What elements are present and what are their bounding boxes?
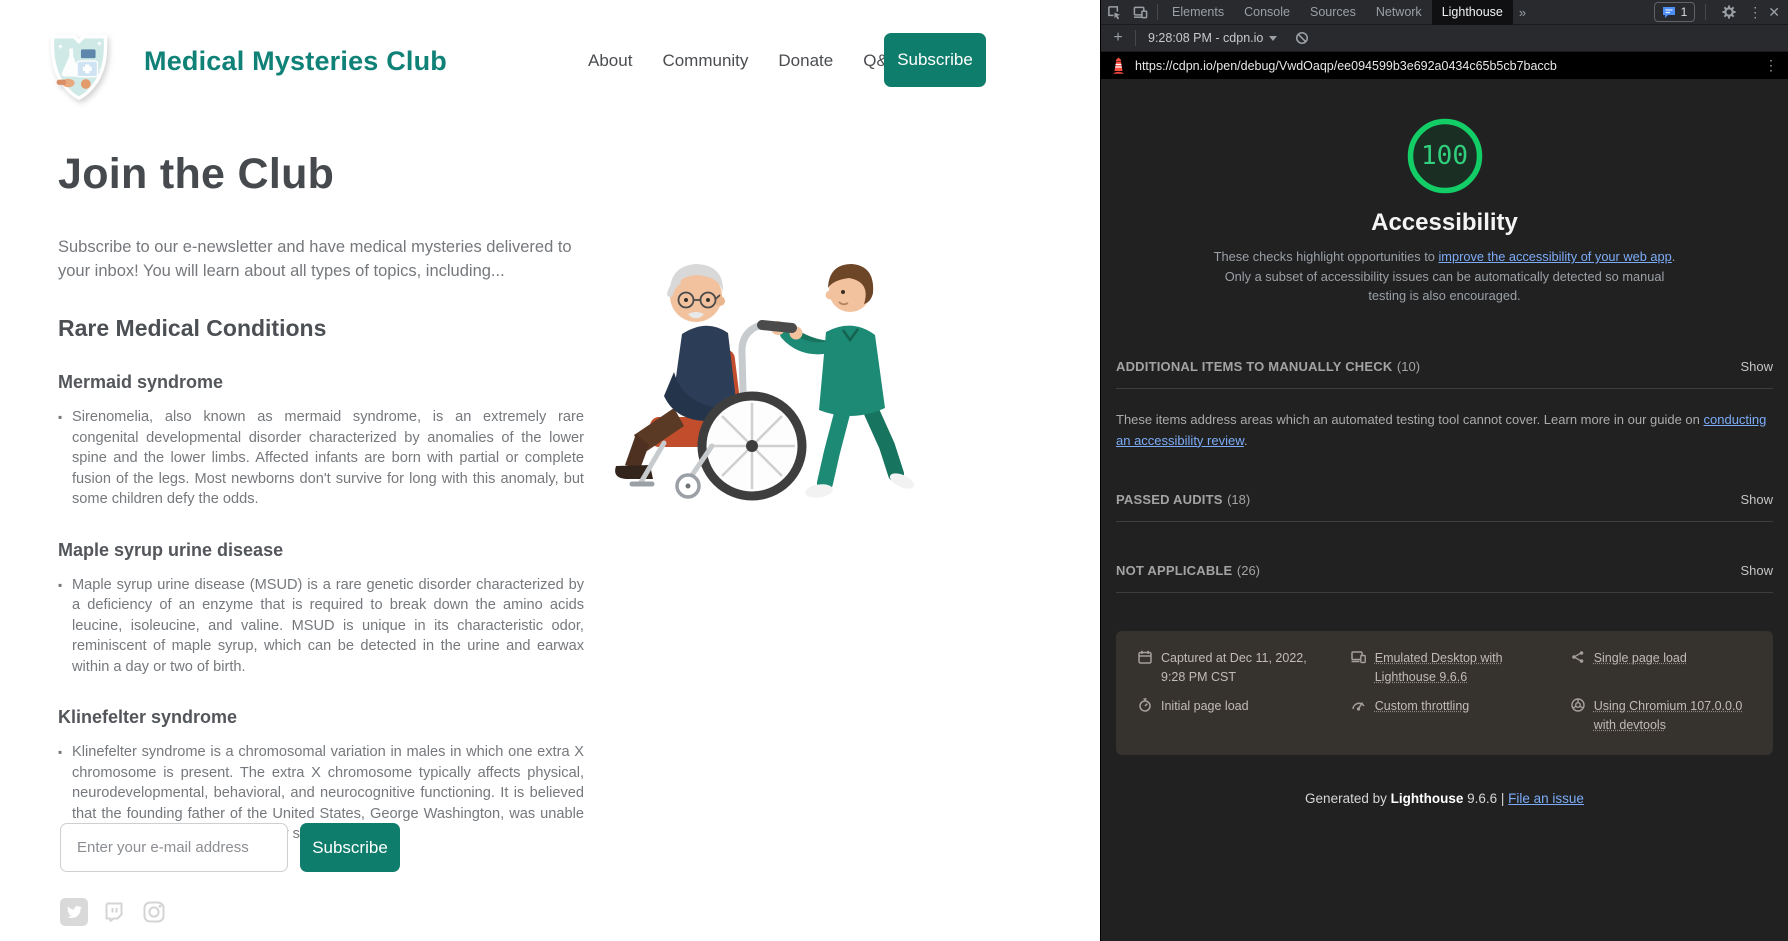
category-title: Accessibility [1116, 209, 1773, 237]
condition-body-msud: Maple syrup urine disease (MSUD) is a ra… [72, 575, 584, 678]
report-url-bar: https://cdpn.io/pen/debug/VwdOaqp/ee0945… [1101, 52, 1788, 79]
twitter-icon[interactable] [60, 898, 88, 926]
settings-gear-icon[interactable] [1716, 0, 1742, 25]
calendar-icon [1138, 650, 1152, 664]
nurse-wheelchair-illustration [612, 238, 917, 523]
issues-badge[interactable]: 1 [1654, 2, 1696, 22]
conditions-heading: Rare Medical Conditions [58, 315, 588, 342]
report-url: https://cdpn.io/pen/debug/VwdOaqp/ee0945… [1135, 59, 1557, 73]
lighthouse-report: 100 Accessibility These checks highlight… [1101, 117, 1788, 806]
site-header: Medical Mysteries Club About Community D… [0, 0, 1100, 120]
meta-captured: Captured at Dec 11, 2022, 9:28 PM CST [1138, 649, 1333, 687]
email-input[interactable] [60, 823, 288, 872]
toolbar-divider [1157, 4, 1158, 20]
tab-network[interactable]: Network [1366, 0, 1432, 25]
meta-throttling: Custom throttling [1351, 697, 1553, 735]
brand-title: Medical Mysteries Club [144, 46, 447, 77]
form-subscribe-button[interactable]: Subscribe [300, 823, 400, 872]
meta-emulation: Emulated Desktop with Lighthouse 9.6.6 [1351, 649, 1553, 687]
show-not-applicable[interactable]: Show [1740, 563, 1773, 578]
new-report-plus-icon[interactable]: + [1105, 26, 1131, 51]
score-value: 100 [1406, 117, 1484, 195]
tab-sources[interactable]: Sources [1300, 0, 1366, 25]
tab-console[interactable]: Console [1234, 0, 1300, 25]
clear-reports-icon[interactable] [1289, 26, 1315, 51]
device-toolbar-icon[interactable] [1127, 0, 1153, 25]
medical-mysteries-page: Medical Mysteries Club About Community D… [0, 0, 1100, 941]
section-not-applicable: NOT APPLICABLE (26) Show [1116, 562, 1773, 593]
file-an-issue-link[interactable]: File an issue [1508, 791, 1584, 806]
devtools-panel: Elements Console Sources Network Lightho… [1100, 0, 1788, 941]
section-manual-checks: ADDITIONAL ITEMS TO MANUALLY CHECK (10) … [1116, 358, 1773, 389]
manual-checks-note: These items address areas which an autom… [1116, 409, 1773, 451]
section-passed-audits: PASSED AUDITS (18) Show [1116, 491, 1773, 522]
lighthouse-target-bar: + 9:28:08 PM - cdpn.io [1101, 25, 1788, 52]
emulation-icon [1351, 650, 1366, 664]
issues-bubble-icon [1662, 6, 1676, 19]
report-options-icon[interactable]: ⋮ [1764, 57, 1778, 74]
show-passed-audits[interactable]: Show [1740, 492, 1773, 507]
condition-title-klinefelter: Klinefelter syndrome [58, 707, 588, 728]
tab-lighthouse[interactable]: Lighthouse [1432, 0, 1513, 25]
report-target-select[interactable]: 9:28:08 PM - cdpn.io [1148, 31, 1263, 45]
report-footer: Generated by Lighthouse 9.6.6 | File an … [1116, 791, 1773, 806]
show-manual-checks[interactable]: Show [1740, 359, 1773, 374]
instagram-icon[interactable] [140, 898, 168, 926]
devtools-menu-icon[interactable]: ⋮ [1748, 5, 1762, 19]
nav-donate[interactable]: Donate [778, 51, 833, 71]
condition-body-mermaid: Sirenomelia, also known as mermaid syndr… [72, 407, 584, 510]
tab-elements[interactable]: Elements [1162, 0, 1234, 25]
nav-community[interactable]: Community [662, 51, 748, 71]
devtools-close-icon[interactable]: ✕ [1768, 5, 1780, 19]
chevron-down-icon [1269, 36, 1277, 41]
intro-text: Subscribe to our e-newsletter and have m… [58, 235, 588, 283]
navigation-icon [1571, 650, 1585, 664]
report-environment-box: Captured at Dec 11, 2022, 9:28 PM CST In… [1116, 631, 1773, 755]
more-tabs-icon[interactable]: » [1513, 5, 1532, 20]
improve-accessibility-link[interactable]: improve the accessibility of your web ap… [1438, 249, 1671, 264]
meta-single-page: Single page load [1571, 649, 1751, 687]
header-subscribe-button[interactable]: Subscribe [884, 33, 986, 87]
social-links [60, 898, 168, 926]
meta-initial-load: Initial page load [1138, 697, 1333, 735]
page-content: Join the Club Subscribe to our e-newslet… [58, 150, 588, 845]
condition-title-msud: Maple syrup urine disease [58, 540, 588, 561]
condition-title-mermaid: Mermaid syndrome [58, 372, 588, 393]
throttling-icon [1351, 698, 1366, 712]
lighthouse-brand: Lighthouse [1391, 791, 1464, 806]
category-description: These checks highlight opportunities to … [1205, 247, 1685, 306]
page-title: Join the Club [58, 150, 588, 199]
newsletter-form: Subscribe [60, 823, 400, 872]
meta-chromium: Using Chromium 107.0.0.0 with devtools [1571, 697, 1751, 735]
twitch-icon[interactable] [100, 898, 128, 926]
issues-count: 1 [1681, 5, 1688, 19]
devtools-tabbar: Elements Console Sources Network Lightho… [1101, 0, 1788, 25]
nav-about[interactable]: About [588, 51, 632, 71]
stopwatch-icon [1138, 698, 1152, 712]
accessibility-score-gauge[interactable]: 100 [1406, 117, 1484, 195]
club-shield-logo [42, 26, 116, 104]
chromium-icon [1571, 698, 1585, 712]
lighthouse-logo-icon [1111, 57, 1126, 74]
inspect-element-icon[interactable] [1101, 0, 1127, 25]
main-nav: About Community Donate Q&A [588, 51, 899, 71]
